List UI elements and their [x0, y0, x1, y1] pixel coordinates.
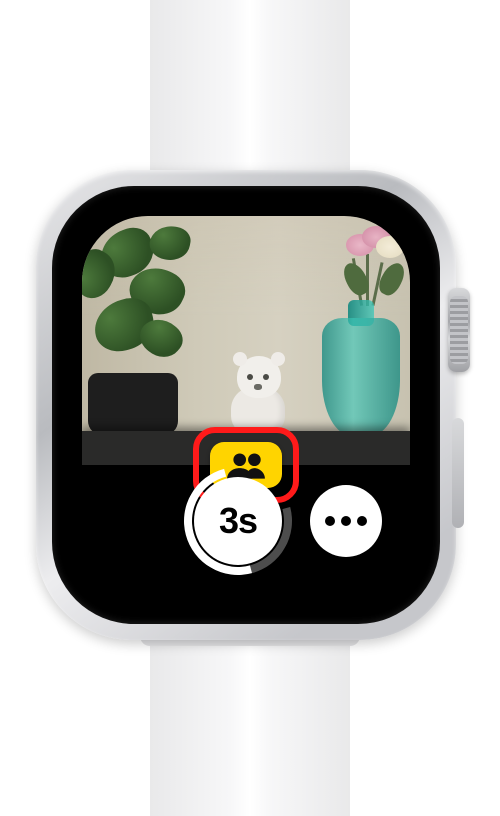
watch-band-bottom: [150, 616, 350, 816]
more-options-button[interactable]: [310, 485, 382, 557]
watch-bezel: 3s: [52, 186, 440, 624]
camera-viewfinder[interactable]: [82, 216, 410, 465]
watch-case: 3s: [36, 170, 456, 640]
shutter-timer-button[interactable]: 3s: [194, 477, 282, 565]
scene-vase: [312, 276, 408, 436]
scene-figurine: [223, 356, 293, 436]
scene-plant-left: [82, 220, 216, 435]
ellipsis-icon: [325, 516, 367, 526]
watch-screen: 3s: [82, 216, 410, 594]
digital-crown[interactable]: [448, 288, 470, 372]
side-button[interactable]: [452, 418, 464, 528]
timer-label: 3s: [219, 500, 257, 542]
camera-controls: 3s: [82, 471, 410, 571]
